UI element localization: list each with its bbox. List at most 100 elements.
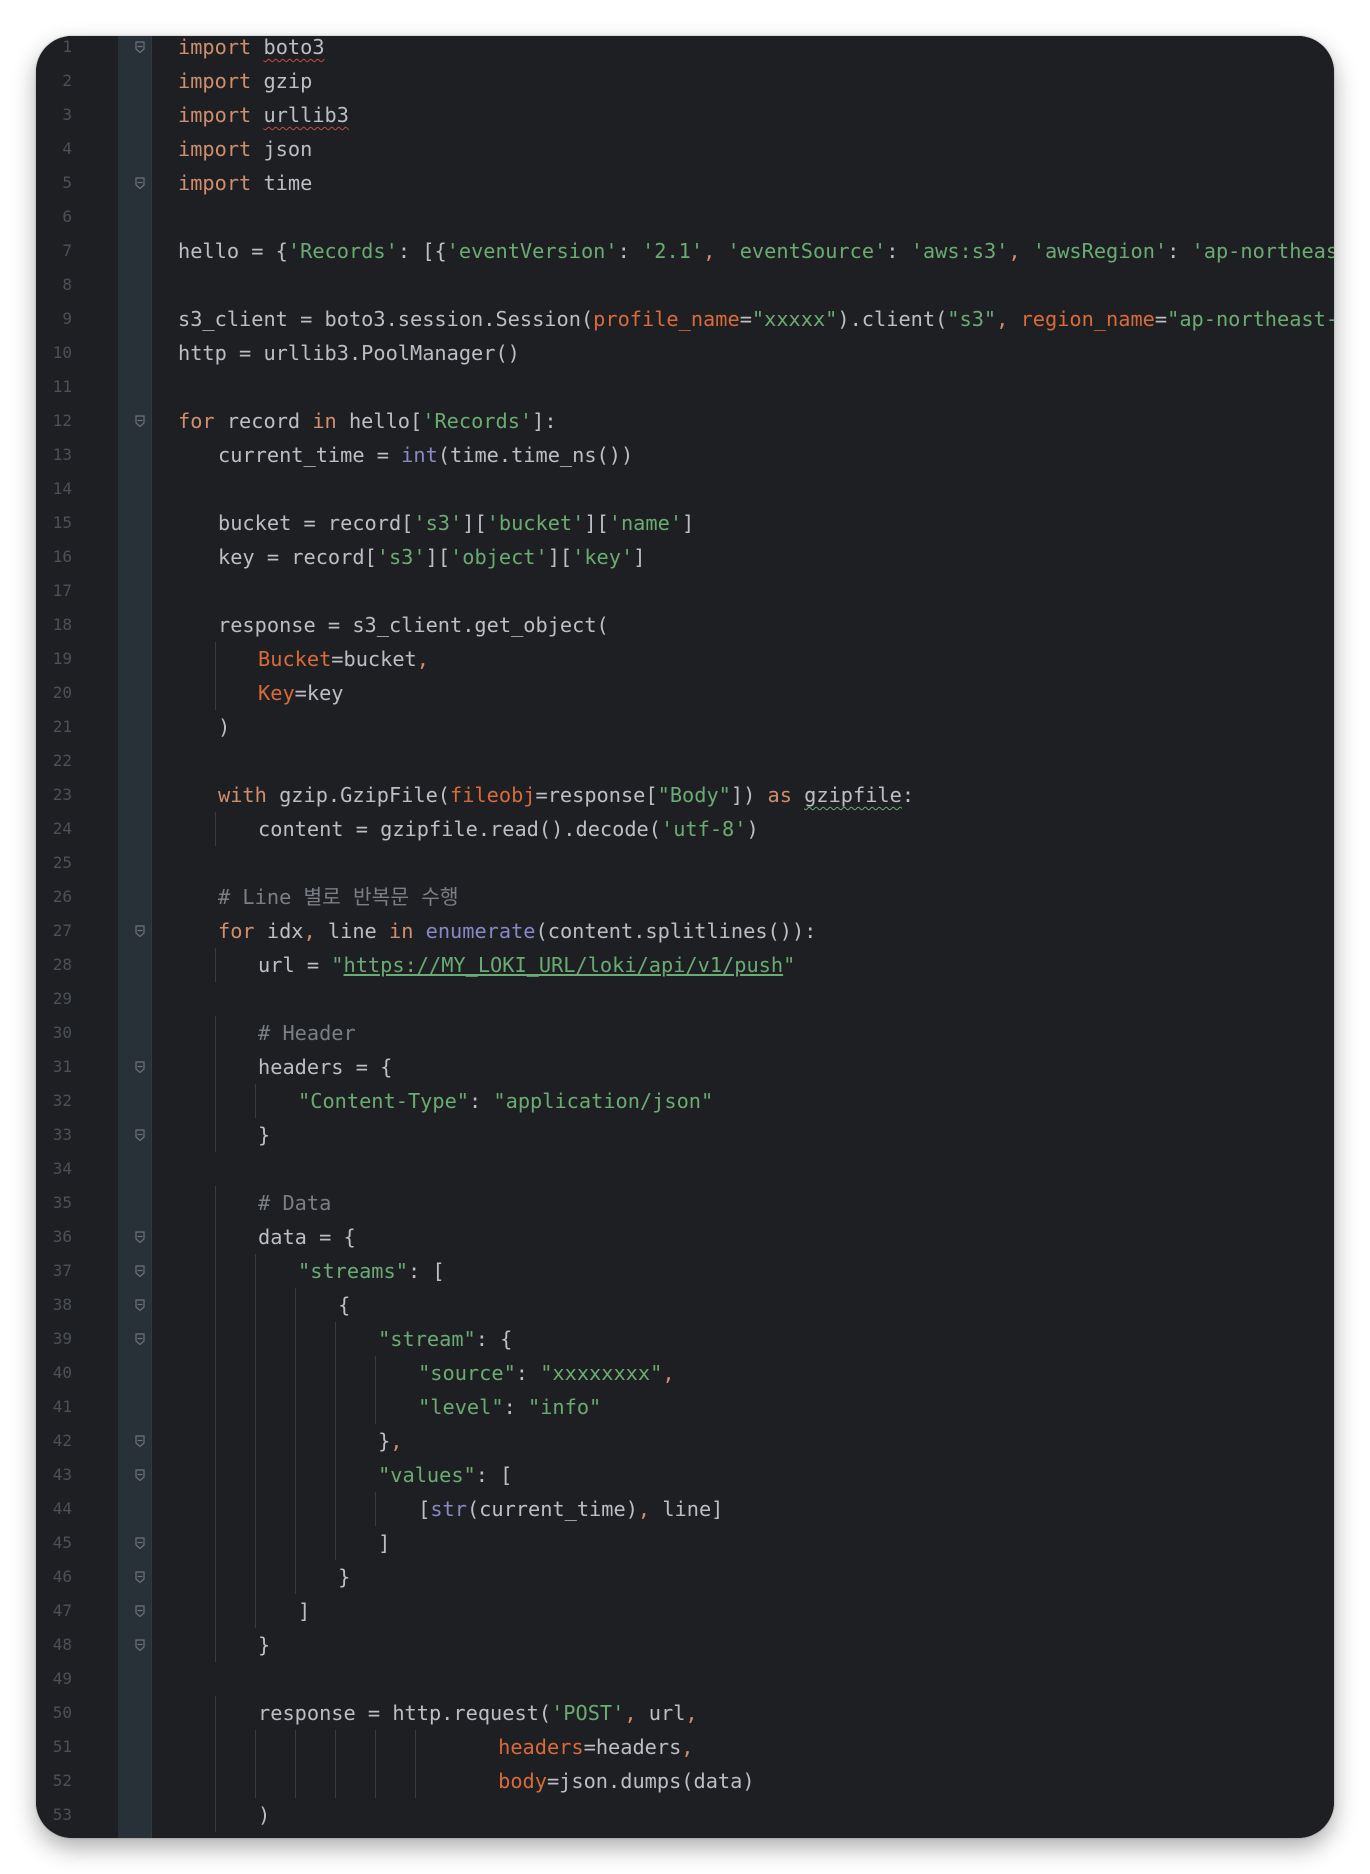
indent-guide	[375, 1764, 377, 1798]
code-token: ,	[624, 1701, 649, 1725]
code-line[interactable]: 26 # Line 별로 반복문 수행	[53, 880, 1334, 914]
code-token: ,	[416, 647, 429, 671]
code-token: }	[258, 1123, 271, 1147]
code-line[interactable]: 6	[62, 200, 1334, 234]
code-line[interactable]: 15 bucket = record['s3']['bucket']['name'…	[53, 506, 1334, 540]
code-line[interactable]: 52 body=json.dumps(data)	[53, 1764, 1334, 1798]
code-line[interactable]: 42},	[53, 1424, 1334, 1458]
code-token: =json.dumps(data)	[546, 1769, 755, 1793]
code-line[interactable]: 9 s3_client = boto3.session.Session(profi…	[62, 302, 1334, 336]
code-line[interactable]: 11	[53, 370, 1334, 404]
code-line[interactable]: 36 data = {	[53, 1220, 1334, 1254]
code-line[interactable]: 21)	[53, 710, 1334, 744]
code-line[interactable]: 35 # Data	[53, 1186, 1334, 1220]
line-number: 49	[52, 1669, 72, 1688]
indent-guide	[215, 1594, 217, 1628]
code-line[interactable]: 44 [str(current_time), line]	[53, 1492, 1334, 1526]
code-line[interactable]: 46}	[53, 1560, 1334, 1594]
code-token: ,	[662, 1361, 675, 1385]
code-line[interactable]: 19 Bucket=bucket,	[53, 642, 1334, 676]
code-line[interactable]: 53)	[53, 1798, 1334, 1832]
line-number: 23	[52, 785, 72, 804]
code-line[interactable]: 2 import gzip	[62, 64, 1334, 98]
code-line[interactable]: 12 for record in hello['Records']:	[53, 404, 1334, 438]
code-line[interactable]: 23 with gzip.GzipFile(fileobj=response["B…	[53, 778, 1334, 812]
code-line[interactable]: 41 "level": "info"	[53, 1390, 1334, 1424]
code-text: content = gzipfile.read().decode('utf-8'…	[258, 815, 759, 843]
code-text: # Line 별로 반복문 수행	[218, 883, 459, 911]
fold-marker-icon[interactable]	[134, 1570, 147, 1584]
code-line[interactable]: 10 http = urllib3.PoolManager()	[53, 336, 1334, 370]
code-line[interactable]: 29	[53, 982, 1334, 1016]
code-line[interactable]: 24 content = gzipfile.read().decode('utf-…	[53, 812, 1334, 846]
fold-marker-icon[interactable]	[134, 414, 147, 428]
code-line[interactable]: 17	[53, 574, 1334, 608]
code-line[interactable]: 4 import json	[62, 132, 1334, 166]
fold-marker-icon[interactable]	[134, 1060, 147, 1074]
code-line[interactable]: 18 response = s3_client.get_object(	[53, 608, 1334, 642]
code-token: ])	[730, 783, 768, 807]
indent-guide	[335, 1730, 337, 1764]
fold-marker-icon[interactable]	[134, 1298, 147, 1312]
fold-marker-icon[interactable]	[134, 40, 147, 54]
fold-marker-icon[interactable]	[134, 1604, 147, 1618]
code-line[interactable]: 31 headers = {	[53, 1050, 1334, 1084]
code-line[interactable]: 34	[53, 1152, 1334, 1186]
code-line[interactable]: 1 import boto3	[62, 36, 1334, 64]
indent-guide	[215, 1628, 217, 1662]
code-token: 'eventSource'	[727, 239, 887, 263]
indent-guide	[215, 1424, 217, 1458]
line-number: 51	[52, 1737, 72, 1756]
code-line[interactable]: 8	[62, 268, 1334, 302]
code-token: as	[767, 783, 792, 807]
code-token: # Data	[258, 1191, 332, 1215]
code-line[interactable]: 14	[53, 472, 1334, 506]
fold-marker-icon[interactable]	[134, 176, 147, 190]
code-line[interactable]: 48}	[53, 1628, 1334, 1662]
indent-guide	[255, 1526, 257, 1560]
code-line[interactable]: 32 "Content-Type": "application/json"	[53, 1084, 1334, 1118]
code-line[interactable]: 13 current_time = int(time.time_ns())	[53, 438, 1334, 472]
indent-guide	[215, 1730, 217, 1764]
code-token: 'utf-8'	[660, 817, 747, 841]
indent-guide	[335, 1424, 337, 1458]
code-line[interactable]: 33}	[53, 1118, 1334, 1152]
code-line[interactable]: 37 "streams": [	[53, 1254, 1334, 1288]
fold-marker-icon[interactable]	[134, 1536, 147, 1550]
code-line[interactable]: 28 url = "https://MY_LOKI_URL/loki/api/v1…	[53, 948, 1334, 982]
code-text: ]	[378, 1529, 390, 1557]
code-line[interactable]: 40 "source": "xxxxxxxx",	[53, 1356, 1334, 1390]
code-line[interactable]: 39 "stream": {	[53, 1322, 1334, 1356]
indent-guide	[255, 1322, 257, 1356]
code-line[interactable]: 3 import urllib3	[62, 98, 1334, 132]
fold-marker-icon[interactable]	[134, 1128, 147, 1142]
code-text: for idx, line in enumerate(content.split…	[218, 917, 816, 945]
code-token: gzipfile	[804, 783, 902, 807]
code-line[interactable]: 38 {	[53, 1288, 1334, 1322]
code-line[interactable]: 51 headers=headers,	[53, 1730, 1334, 1764]
code-token: response = s3_client.get_object(	[218, 613, 609, 637]
code-line[interactable]: 16 key = record['s3']['object']['key']	[53, 540, 1334, 574]
fold-marker-icon[interactable]	[134, 1264, 147, 1278]
fold-marker-icon[interactable]	[134, 1434, 147, 1448]
code-line[interactable]: 30 # Header	[53, 1016, 1334, 1050]
code-area[interactable]: 1 import boto3 2 import gzip 3 import urllib3…	[53, 36, 1334, 1838]
code-line[interactable]: 43 "values": [	[53, 1458, 1334, 1492]
line-number: 27	[52, 921, 72, 940]
code-line[interactable]: 49	[53, 1662, 1334, 1696]
fold-marker-icon[interactable]	[134, 924, 147, 938]
fold-marker-icon[interactable]	[134, 1230, 147, 1244]
code-token: ).client(	[837, 307, 948, 331]
code-line[interactable]: 22	[53, 744, 1334, 778]
fold-marker-icon[interactable]	[134, 1332, 147, 1346]
code-line[interactable]: 27 for idx, line in enumerate(content.spl…	[53, 914, 1334, 948]
code-line[interactable]: 7 hello = {'Records': [{'eventVersion': '…	[62, 234, 1334, 268]
code-line[interactable]: 5 import time	[62, 166, 1334, 200]
code-line[interactable]: 47]	[53, 1594, 1334, 1628]
fold-marker-icon[interactable]	[134, 1468, 147, 1482]
code-line[interactable]: 25	[53, 846, 1334, 880]
code-line[interactable]: 20 Key=key	[53, 676, 1334, 710]
fold-marker-icon[interactable]	[134, 1638, 147, 1652]
code-line[interactable]: 45]	[53, 1526, 1334, 1560]
code-line[interactable]: 50 response = http.request('POST', url,	[53, 1696, 1334, 1730]
